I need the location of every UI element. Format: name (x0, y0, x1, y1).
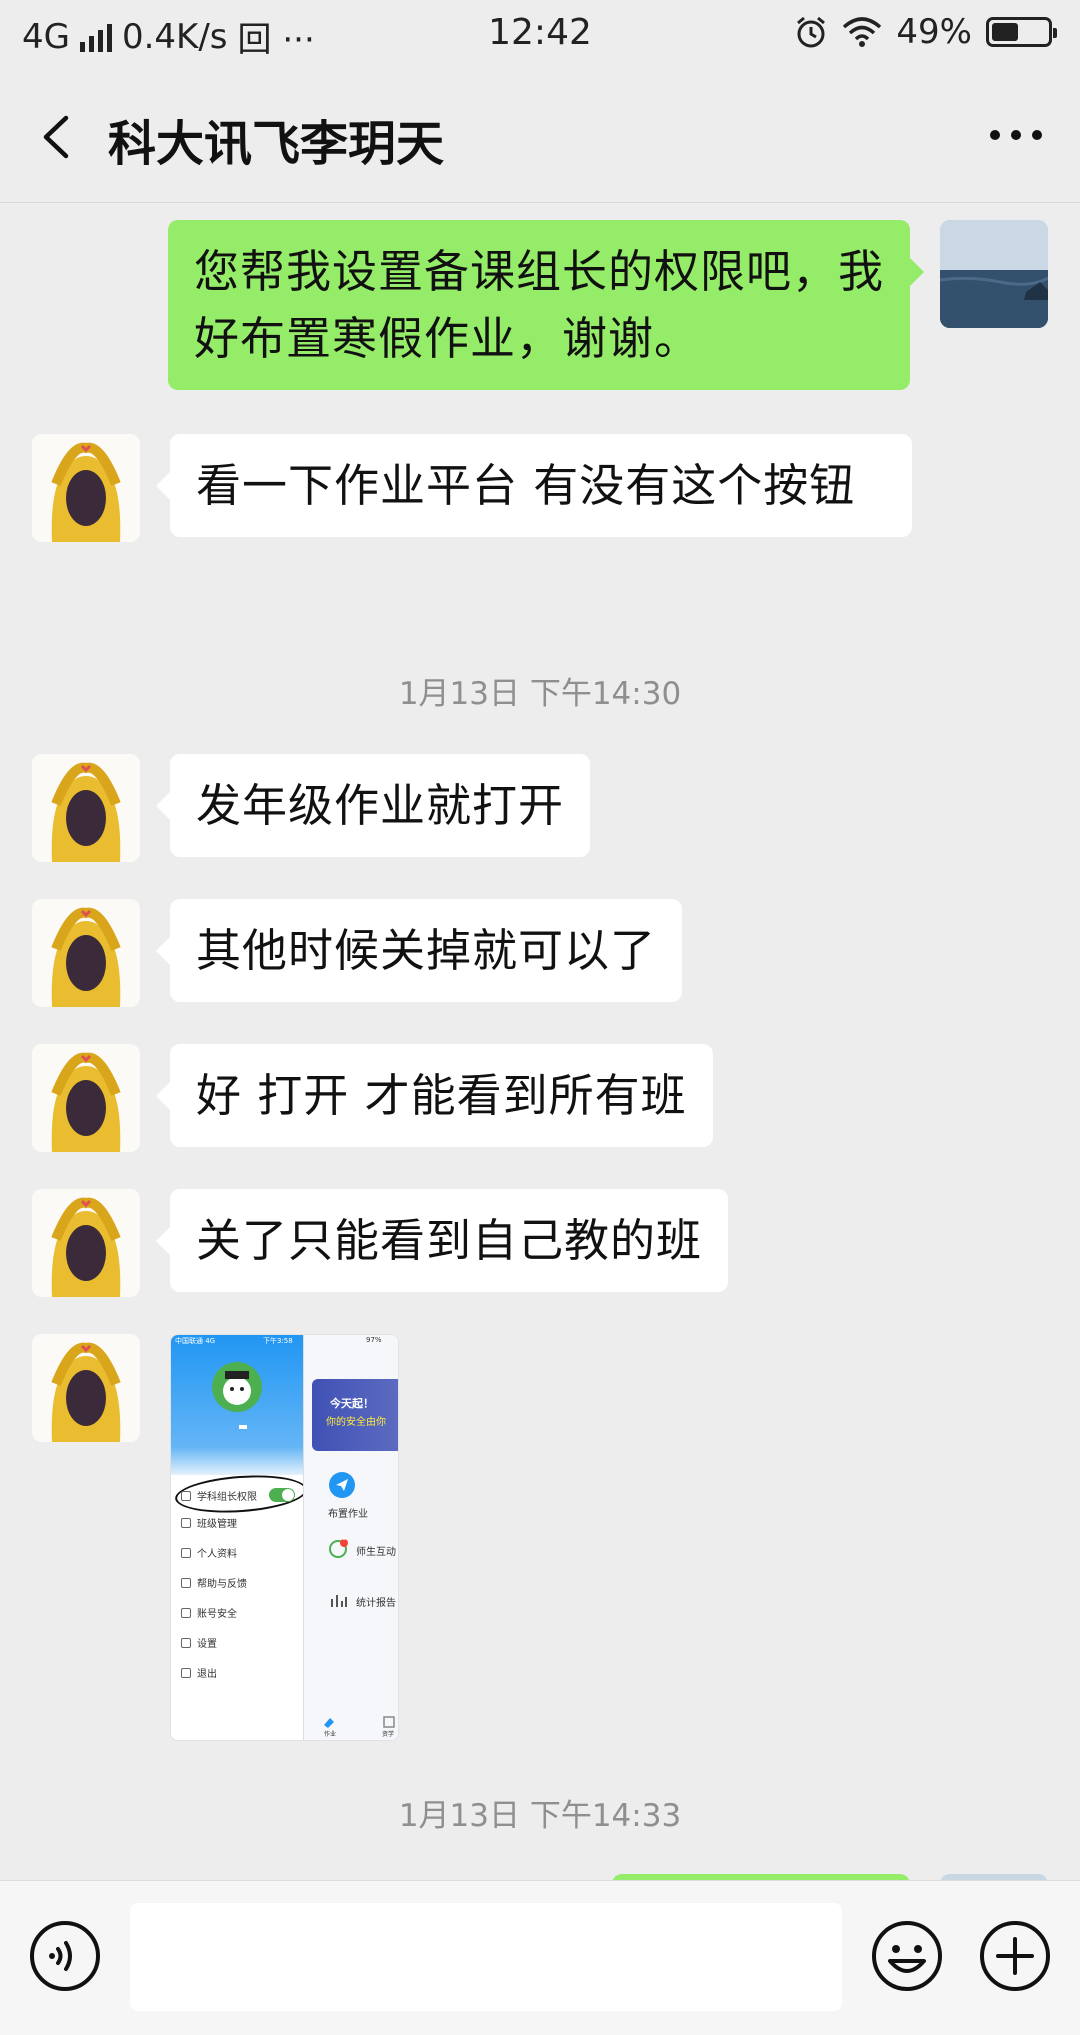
paper-plane-icon (329, 1472, 355, 1498)
chat-header: 科大讯飞李玥天 (0, 72, 1080, 203)
screenshot-carrier: 中国联通 4G (175, 1337, 216, 1345)
message-text: 其他时候关掉就可以了 (196, 924, 657, 977)
menu-icon (181, 1638, 191, 1648)
cartoon-avatar-icon (212, 1362, 262, 1412)
screenshot-action: 布置作业 (328, 1509, 368, 1520)
screenshot-menu-item: 退出 (197, 1669, 217, 1680)
contact-avatar[interactable] (32, 754, 140, 862)
status-bar: 4G 0.4K/s 回 ··· 12:42 49% (0, 0, 1080, 72)
resource-tab-icon (383, 1716, 395, 1728)
screenshot-time: 下午3:58 (263, 1337, 293, 1345)
screenshot-tab: 资学 (382, 1731, 395, 1738)
message-bubble-other[interactable]: 关了只能看到自己教的班 (155, 1189, 729, 1292)
shared-screenshot-image[interactable]: 中国联通 4G 下午3:58 学科组长权限 班级管理 个人资料 帮助与反馈 账号… (170, 1334, 399, 1741)
message-text: 发年级作业就打开 (196, 779, 565, 832)
contact-avatar-icon (32, 1189, 140, 1297)
message-bubble-other[interactable]: 发年级作业就打开 (155, 754, 591, 857)
screenshot-main: 97% 今天起！ 你的安全由你 布置作业 1 师生互动 统计报告 作业 资学 (303, 1335, 398, 1740)
message-text: 关了只能看到自己教的班 (196, 1214, 703, 1267)
screenshot-menu-item: 班级管理 (197, 1519, 237, 1530)
alarm-icon (797, 16, 826, 48)
emoji-icon[interactable] (870, 1919, 944, 1993)
menu-icon (181, 1668, 191, 1678)
plus-icon[interactable] (978, 1919, 1052, 1993)
homework-tab-icon (324, 1718, 334, 1728)
message-timestamp: 1月13日 下午14:30 (398, 676, 682, 712)
notification-badge: 1 (342, 1535, 346, 1542)
banner-line-1: 今天起！ (330, 1397, 374, 1410)
menu-icon (181, 1491, 191, 1501)
message-bubble-other[interactable]: 好 打开 才能看到所有班 (156, 1044, 713, 1147)
screenshot-drawer: 中国联通 4G 下午3:58 学科组长权限 班级管理 个人资料 帮助与反馈 账号… (171, 1335, 309, 1740)
screenshot-action: 师生互动 (356, 1547, 396, 1558)
sea-photo-icon (940, 220, 1048, 328)
contact-avatar[interactable] (32, 1044, 140, 1152)
message-text: 好 打开 才能看到所有班 (196, 1069, 687, 1122)
name-placeholder (239, 1425, 247, 1429)
screenshot-battery: 97% (366, 1336, 382, 1344)
self-avatar[interactable] (940, 220, 1048, 328)
contact-avatar[interactable] (32, 434, 140, 542)
message-timestamp: 1月13日 下午14:33 (398, 1798, 682, 1834)
more-options-icon[interactable] (990, 130, 1042, 140)
battery-percent: 49% (896, 12, 972, 52)
back-arrow-icon[interactable] (34, 112, 84, 162)
screenshot-menu-item: 账号安全 (197, 1609, 237, 1620)
screenshot-menu-item: 学科组长权限 (197, 1492, 257, 1503)
message-text: 您帮我设置备课组长的权限吧，我好布置寒假作业，谢谢。 (194, 245, 885, 365)
battery-icon (986, 17, 1057, 47)
contact-avatar[interactable] (32, 899, 140, 1007)
chat-icon (329, 1539, 348, 1558)
chat-title: 科大讯飞李玥天 (108, 116, 445, 172)
screenshot-tab: 作业 (324, 1731, 337, 1738)
menu-icon (181, 1578, 191, 1588)
toggle-switch (269, 1488, 295, 1502)
contact-avatar-icon (32, 754, 140, 862)
contact-avatar[interactable] (32, 1334, 140, 1442)
bar-chart-icon (331, 1595, 347, 1607)
contact-avatar-icon (32, 1044, 140, 1152)
screenshot-menu-item: 帮助与反馈 (197, 1579, 247, 1590)
screenshot-menu-item: 个人资料 (197, 1549, 237, 1560)
battery-fill (992, 23, 1018, 41)
contact-avatar-icon (32, 434, 140, 542)
wifi-icon (843, 17, 882, 47)
status-right: 49% (794, 12, 1057, 52)
input-bar (0, 1880, 1080, 2035)
contact-avatar-icon (32, 1334, 140, 1442)
screenshot-menu-item: 设置 (197, 1639, 217, 1650)
voice-input-icon[interactable] (28, 1919, 102, 1993)
banner-line-2: 你的安全由你 (326, 1417, 386, 1428)
message-bubble-self[interactable]: 您帮我设置备课组长的权限吧，我好布置寒假作业，谢谢。 (168, 220, 924, 390)
contact-avatar[interactable] (32, 1189, 140, 1297)
menu-icon (181, 1548, 191, 1558)
contact-avatar-icon (32, 899, 140, 1007)
screenshot-action: 统计报告 (356, 1598, 396, 1609)
message-bubble-other[interactable]: 其他时候关掉就可以了 (155, 899, 683, 1002)
menu-icon (181, 1608, 191, 1618)
menu-icon (181, 1518, 191, 1528)
message-input[interactable] (130, 1903, 842, 2011)
message-text: 看一下作业平台 有没有这个按钮 (196, 459, 856, 512)
message-bubble-other[interactable]: 看一下作业平台 有没有这个按钮 (156, 434, 912, 537)
